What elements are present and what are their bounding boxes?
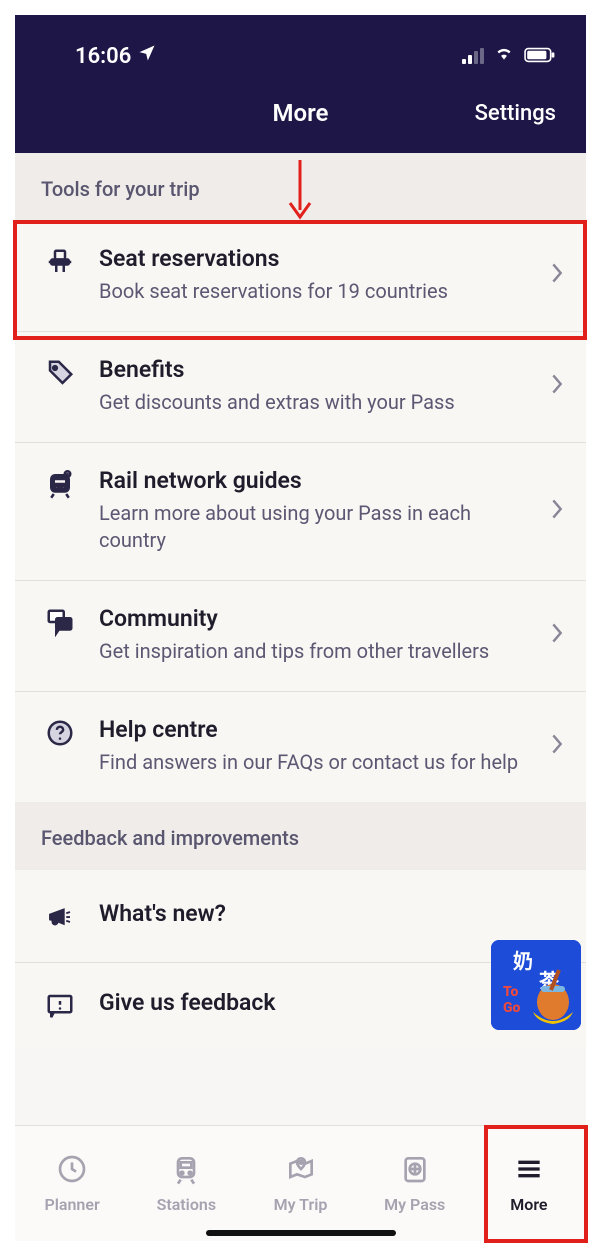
tab-planner[interactable]: Planner (15, 1126, 129, 1241)
section-title-tools: Tools for your trip (15, 153, 586, 221)
svg-text:Go: Go (503, 1000, 521, 1016)
row-sub: Get discounts and extras with your Pass (99, 389, 528, 416)
chevron-right-icon (550, 622, 564, 648)
app-screen: 16:06 More Settings Tools f (15, 15, 586, 1241)
row-text: Give us feedback (99, 989, 528, 1016)
tab-label: More (510, 1195, 547, 1214)
status-bar: 16:06 (45, 43, 556, 69)
hamburger-icon (513, 1153, 545, 1189)
row-rail-guides[interactable]: i Rail network guides Learn more about u… (15, 443, 586, 581)
train-icon: i (43, 467, 77, 499)
tab-bar: Planner Stations My Trip My Pass More (15, 1125, 586, 1241)
chevron-right-icon (550, 373, 564, 399)
svg-text:To: To (503, 984, 518, 1000)
row-benefits[interactable]: Benefits Get discounts and extras with y… (15, 332, 586, 443)
status-time-group: 16:06 (45, 43, 157, 69)
tab-label: Planner (44, 1195, 99, 1214)
row-seat-reservations[interactable]: Seat reservations Book seat reservations… (15, 221, 586, 332)
status-right (462, 43, 556, 69)
tab-my-trip[interactable]: My Trip (243, 1126, 357, 1241)
chevron-right-icon (550, 498, 564, 524)
section-title-feedback: Feedback and improvements (15, 802, 586, 870)
row-title: What's new? (99, 900, 564, 927)
app-badge-icon[interactable]: 奶 茶 To Go (491, 940, 581, 1030)
pass-icon (399, 1153, 431, 1189)
settings-link[interactable]: Settings (475, 101, 556, 126)
row-sub: Book seat reservations for 19 countries (99, 278, 528, 305)
row-title: Help centre (99, 716, 528, 743)
row-text: Seat reservations Book seat reservations… (99, 245, 528, 305)
map-pin-icon (285, 1153, 317, 1189)
nav-bar: More Settings (45, 99, 556, 139)
row-text: Rail network guides Learn more about usi… (99, 467, 528, 554)
row-title: Rail network guides (99, 467, 528, 494)
tab-more[interactable]: More (472, 1126, 586, 1241)
tools-list: Seat reservations Book seat reservations… (15, 221, 586, 802)
tab-label: My Pass (384, 1195, 445, 1214)
row-sub: Get inspiration and tips from other trav… (99, 638, 528, 665)
chevron-right-icon (550, 733, 564, 759)
home-indicator[interactable] (206, 1230, 396, 1236)
tag-icon (43, 356, 77, 388)
battery-icon (524, 44, 556, 69)
row-title: Give us feedback (99, 989, 528, 1016)
tab-stations[interactable]: Stations (129, 1126, 243, 1241)
tab-my-pass[interactable]: My Pass (358, 1126, 472, 1241)
row-text: Benefits Get discounts and extras with y… (99, 356, 528, 416)
train-front-icon (170, 1153, 202, 1189)
status-time: 16:06 (75, 44, 131, 69)
row-help-centre[interactable]: Help centre Find answers in our FAQs or … (15, 692, 586, 802)
cellular-icon (462, 48, 484, 64)
megaphone-icon (43, 900, 77, 932)
clock-icon (56, 1153, 88, 1189)
row-community[interactable]: Community Get inspiration and tips from … (15, 581, 586, 692)
row-sub: Learn more about using your Pass in each… (99, 500, 528, 554)
row-title: Community (99, 605, 528, 632)
header: 16:06 More Settings (15, 15, 586, 153)
location-arrow-icon (137, 43, 157, 69)
row-title: Benefits (99, 356, 528, 383)
page-title: More (273, 99, 329, 127)
help-icon (43, 716, 77, 748)
chevron-right-icon (550, 262, 564, 288)
row-title: Seat reservations (99, 245, 528, 272)
row-text: Help centre Find answers in our FAQs or … (99, 716, 528, 776)
row-text: Community Get inspiration and tips from … (99, 605, 528, 665)
tab-label: My Trip (274, 1195, 328, 1214)
svg-text:奶: 奶 (513, 949, 533, 973)
row-text: What's new? (99, 900, 564, 927)
svg-text:i: i (67, 474, 68, 478)
feedback-icon (43, 989, 77, 1021)
community-icon (43, 605, 77, 637)
tab-label: Stations (157, 1195, 216, 1214)
seat-icon (43, 245, 77, 277)
row-sub: Find answers in our FAQs or contact us f… (99, 749, 528, 776)
wifi-icon (492, 43, 516, 69)
